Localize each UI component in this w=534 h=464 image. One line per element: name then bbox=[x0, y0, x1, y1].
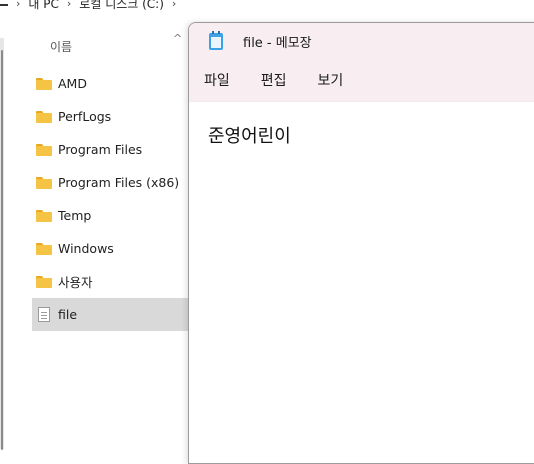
item-name: Temp bbox=[58, 208, 92, 223]
notepad-icon bbox=[209, 30, 223, 50]
menu-bar: 파일 편집 보기 bbox=[189, 59, 534, 102]
chevron-right-icon: › bbox=[16, 0, 21, 10]
breadcrumb-item-this-pc[interactable]: 내 PC bbox=[28, 0, 58, 12]
menu-edit[interactable]: 편집 bbox=[261, 70, 287, 90]
folder-icon bbox=[36, 275, 52, 288]
list-item-folder-users[interactable]: 사용자 bbox=[32, 265, 192, 298]
list-item-folder-amd[interactable]: AMD bbox=[32, 67, 192, 100]
folder-icon bbox=[36, 242, 52, 255]
menu-view[interactable]: 보기 bbox=[318, 70, 344, 90]
list-item-folder-temp[interactable]: Temp bbox=[32, 199, 192, 232]
scrollbar-thumb[interactable] bbox=[1, 50, 3, 450]
folder-icon bbox=[36, 143, 52, 156]
item-name: 사용자 bbox=[58, 275, 93, 290]
sort-ascending-icon[interactable]: ^ bbox=[173, 32, 182, 45]
list-item-folder-program-files-x86[interactable]: Program Files (x86) bbox=[32, 166, 192, 199]
file-list: AMD PerfLogs Program Files Program Files… bbox=[32, 67, 192, 331]
home-icon[interactable] bbox=[0, 0, 8, 6]
item-name: file bbox=[58, 307, 78, 322]
folder-icon bbox=[36, 176, 52, 189]
item-name: PerfLogs bbox=[58, 109, 112, 124]
chevron-right-icon: › bbox=[66, 0, 72, 10]
list-item-folder-perflogs[interactable]: PerfLogs bbox=[32, 100, 192, 133]
window-title: file - 메모장 bbox=[243, 35, 312, 51]
title-bar[interactable]: file - 메모장 bbox=[189, 23, 534, 59]
list-item-folder-windows[interactable]: Windows bbox=[32, 232, 192, 265]
notepad-window[interactable]: file - 메모장 파일 편집 보기 준영어린이 bbox=[188, 22, 534, 464]
folder-icon bbox=[36, 77, 52, 90]
breadcrumb: › 내 PC › 로컬 디스크 (C:) › bbox=[0, 0, 534, 11]
item-name: Windows bbox=[58, 241, 114, 256]
item-name: AMD bbox=[58, 76, 87, 91]
folder-icon bbox=[36, 209, 52, 222]
breadcrumb-item-local-disk[interactable]: 로컬 디스크 (C:) bbox=[79, 0, 164, 12]
item-name: Program Files bbox=[58, 142, 143, 157]
item-name: Program Files (x86) bbox=[58, 175, 180, 190]
column-header-name[interactable]: 이름 bbox=[50, 38, 72, 55]
list-item-file[interactable]: file bbox=[32, 298, 192, 331]
list-item-folder-program-files[interactable]: Program Files bbox=[32, 133, 192, 166]
text-editor[interactable]: 준영어린이 bbox=[189, 102, 534, 148]
navigation-pane-scrollbar[interactable] bbox=[0, 38, 4, 450]
menu-file[interactable]: 파일 bbox=[204, 70, 230, 90]
chevron-right-icon[interactable]: › bbox=[172, 0, 176, 10]
text-file-icon bbox=[38, 307, 50, 322]
folder-icon bbox=[36, 110, 52, 123]
